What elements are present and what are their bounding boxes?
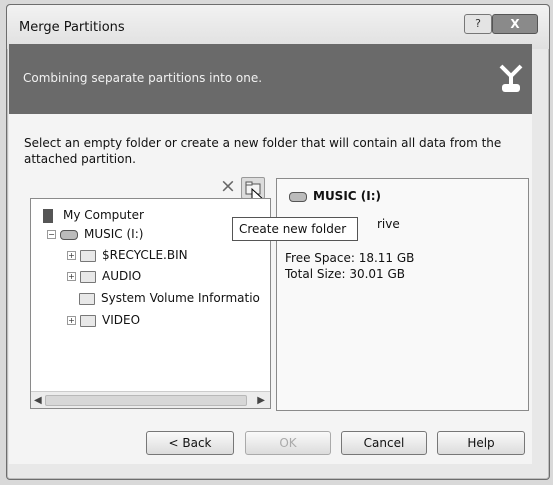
window-title: Merge Partitions <box>19 20 125 35</box>
tree-item-my-computer[interactable]: My Computer <box>43 206 144 224</box>
tree-label: My Computer <box>63 208 144 222</box>
folder-icon <box>79 292 95 305</box>
tree-label: MUSIC (I:) <box>84 227 144 241</box>
drive-icon <box>289 191 307 202</box>
scroll-left-icon[interactable]: ◀ <box>34 395 42 406</box>
tree-item-recycle-bin[interactable]: + $RECYCLE.BIN <box>67 246 188 264</box>
computer-icon <box>43 208 53 223</box>
tree-item-video[interactable]: + VIDEO <box>67 311 140 329</box>
free-space-label: Free Space: 18.11 GB <box>285 251 415 265</box>
expand-icon[interactable]: + <box>67 251 76 260</box>
expand-icon[interactable]: + <box>67 316 76 325</box>
tree-label: $RECYCLE.BIN <box>102 248 188 262</box>
merge-logo-icon <box>499 64 523 92</box>
details-title: MUSIC (I:) <box>289 189 381 203</box>
details-drive-name: MUSIC (I:) <box>313 189 382 203</box>
instruction-text: Select an empty folder or create a new f… <box>24 136 502 166</box>
scrollbar-thumb[interactable] <box>45 395 247 406</box>
folder-icon <box>80 270 96 283</box>
back-button[interactable]: < Back <box>146 431 234 455</box>
tree-label: AUDIO <box>102 269 142 283</box>
folder-icon <box>80 249 96 262</box>
tree-label: System Volume Informatio <box>101 291 260 305</box>
create-folder-tooltip: Create new folder <box>232 217 358 241</box>
banner-subtitle: Combining separate partitions into one. <box>23 71 263 85</box>
partition-details-panel: MUSIC (I:) rive Free Space: 18.11 GB Tot… <box>276 178 529 411</box>
scroll-right-icon[interactable]: ▶ <box>257 395 265 406</box>
total-size-label: Total Size: 30.01 GB <box>285 267 406 281</box>
title-close-button[interactable]: X <box>492 14 538 34</box>
title-help-button[interactable]: ? <box>464 14 492 34</box>
delete-folder-icon[interactable]: × <box>220 177 236 196</box>
details-type: rive <box>377 217 400 231</box>
cancel-button[interactable]: Cancel <box>341 431 427 455</box>
expand-icon[interactable]: + <box>67 272 76 281</box>
horizontal-scrollbar[interactable]: ◀ ▶ <box>31 391 270 408</box>
tree-item-system-volume-information[interactable]: System Volume Informatio <box>79 289 260 307</box>
collapse-icon[interactable]: − <box>47 230 56 239</box>
tree-item-music-drive[interactable]: − MUSIC (I:) <box>47 225 143 243</box>
folder-icon <box>80 314 96 327</box>
help-button[interactable]: Help <box>437 431 525 455</box>
title-bar: Merge Partitions ? X <box>7 5 549 49</box>
drive-icon <box>60 229 78 240</box>
ok-button[interactable]: OK <box>245 431 331 455</box>
tree-label: VIDEO <box>102 313 141 327</box>
header-banner: Combining separate partitions into one. <box>9 44 532 114</box>
tree-item-audio[interactable]: + AUDIO <box>67 267 141 285</box>
